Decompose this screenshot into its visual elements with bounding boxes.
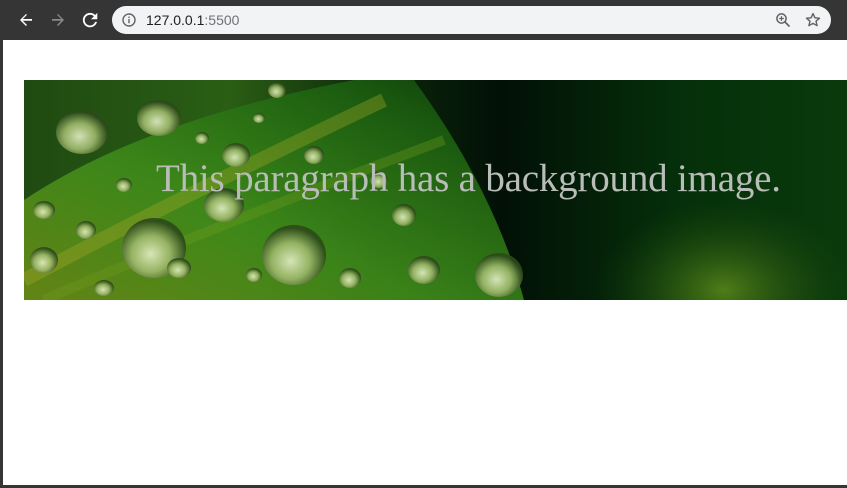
arrow-left-icon xyxy=(20,14,32,26)
address-bar[interactable]: 127.0.0.1:5500 xyxy=(112,6,831,34)
star-icon[interactable] xyxy=(805,12,821,28)
browser-window: 127.0.0.1:5500 This paragraph has a back… xyxy=(0,0,847,488)
browser-toolbar: 127.0.0.1:5500 xyxy=(0,0,847,40)
zoom-in-icon[interactable] xyxy=(775,12,791,28)
background-image-paragraph: This paragraph has a background image. xyxy=(24,80,847,300)
reload-button[interactable] xyxy=(78,8,102,32)
info-icon[interactable] xyxy=(122,13,136,27)
arrow-right-icon xyxy=(52,14,64,26)
page-viewport: This paragraph has a background image. xyxy=(3,40,847,485)
reload-icon xyxy=(82,12,98,28)
url-text[interactable]: 127.0.0.1:5500 xyxy=(146,12,239,28)
back-button[interactable] xyxy=(14,8,38,32)
url-port: :5500 xyxy=(204,12,240,28)
paragraph-text: This paragraph has a background image. xyxy=(156,157,781,200)
url-host: 127.0.0.1 xyxy=(146,12,205,28)
forward-button[interactable] xyxy=(46,8,70,32)
